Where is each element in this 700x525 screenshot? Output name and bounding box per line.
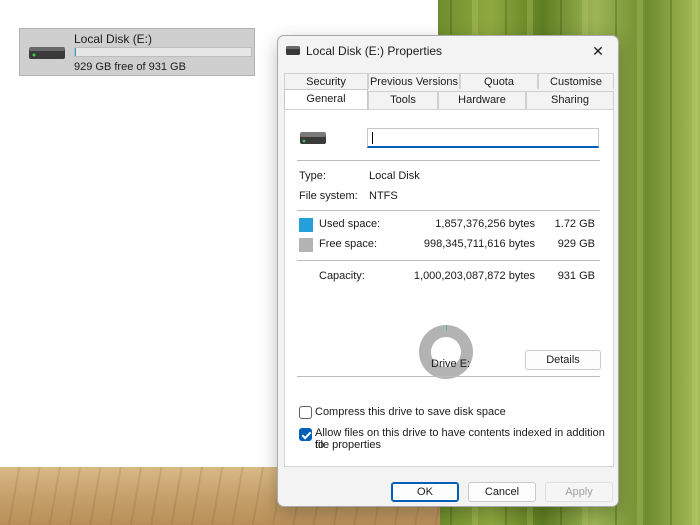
tab-quota[interactable]: Quota	[460, 73, 538, 89]
file-system-label: File system:	[299, 190, 358, 202]
close-icon: ✕	[592, 42, 604, 59]
drive-usage-bar	[74, 47, 252, 57]
free-space-label: Free space:	[319, 238, 378, 250]
used-space-label: Used space:	[319, 218, 381, 230]
type-label: Type:	[299, 170, 326, 182]
dialog-titlebar[interactable]: Local Disk (E:) Properties ✕	[278, 36, 618, 66]
tab-tools[interactable]: Tools	[368, 91, 438, 109]
compress-checkbox[interactable]	[299, 406, 312, 419]
capacity-size: 931 GB	[557, 270, 595, 282]
tab-sharing[interactable]: Sharing	[526, 91, 614, 109]
divider	[297, 260, 600, 261]
used-space-bytes: 1,857,376,256 bytes	[435, 218, 535, 230]
general-tab-panel: Type: Local Disk File system: NTFS Used …	[284, 109, 614, 467]
divider	[297, 160, 600, 161]
divider	[297, 376, 600, 377]
drive-icon	[286, 46, 300, 59]
tab-strip: Security Previous Versions Quota Customi…	[284, 73, 614, 109]
compress-label[interactable]: Compress this drive to save disk space	[315, 406, 506, 418]
cancel-button[interactable]: Cancel	[468, 482, 536, 502]
free-space-bytes: 998,345,711,616 bytes	[423, 238, 535, 250]
properties-dialog: Local Disk (E:) Properties ✕ Security Pr…	[277, 35, 619, 507]
drive-icon	[28, 45, 66, 64]
file-system-value: NTFS	[369, 190, 398, 202]
divider	[297, 210, 600, 211]
index-label-line2[interactable]: file properties	[315, 439, 381, 451]
apply-button[interactable]: Apply	[545, 482, 613, 502]
free-space-swatch	[299, 238, 313, 252]
capacity-bytes: 1,000,203,087,872 bytes	[413, 270, 535, 282]
tab-customise[interactable]: Customise	[538, 73, 614, 89]
drive-free-text: 929 GB free of 931 GB	[74, 61, 186, 73]
tab-general[interactable]: General	[284, 89, 368, 109]
capacity-label: Capacity:	[319, 270, 365, 282]
close-button[interactable]: ✕	[584, 39, 612, 63]
drive-name: Local Disk (E:)	[74, 32, 153, 46]
drive-tile-e[interactable]: Local Disk (E:) 929 GB free of 931 GB	[19, 28, 255, 76]
used-space-size: 1.72 GB	[554, 218, 595, 230]
tab-security[interactable]: Security	[284, 73, 368, 89]
tab-previous-versions[interactable]: Previous Versions	[368, 73, 460, 89]
drive-caption: Drive E:	[431, 358, 471, 370]
details-button[interactable]: Details	[525, 350, 601, 370]
dialog-title: Local Disk (E:) Properties	[306, 44, 443, 58]
free-space-size: 929 GB	[557, 238, 595, 250]
drive-icon	[299, 130, 327, 149]
index-checkbox[interactable]	[299, 428, 312, 441]
used-space-swatch	[299, 218, 313, 232]
drive-label-input[interactable]	[367, 128, 599, 148]
disk-usage-donut	[419, 325, 473, 379]
text-caret	[372, 132, 373, 144]
ok-button[interactable]: OK	[391, 482, 459, 502]
type-value: Local Disk	[369, 170, 420, 182]
tab-hardware[interactable]: Hardware	[438, 91, 526, 109]
